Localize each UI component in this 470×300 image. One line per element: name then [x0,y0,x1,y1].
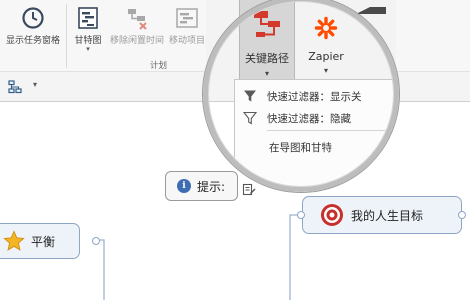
move-project-icon [176,8,198,28]
remove-idle-time-label: 移除闲置时间 [109,36,164,46]
topic-balance[interactable]: 平衡 [0,223,80,259]
show-task-pane-label: 显示任务窗格 [5,36,60,46]
gantt-icon [78,7,98,29]
move-project-label: 移动项目 [168,36,205,46]
collapse-knob-left[interactable] [297,211,305,219]
gantt-button[interactable]: 甘特图 ▾ [70,0,106,56]
star-icon [3,230,25,251]
clock-icon [22,7,44,29]
collapse-knob-balance[interactable] [92,237,100,245]
remove-time-icon [128,9,147,30]
hint-label: 提示: [197,179,226,194]
goal-label: 我的人生目标 [351,208,424,223]
target-icon [321,204,343,226]
topic-tree-icon[interactable] [8,80,22,94]
balance-label: 平衡 [31,234,56,249]
gantt-dropdown-caret[interactable]: ▾ [70,45,106,53]
central-topic-goal[interactable]: 我的人生目标 [302,196,462,234]
show-task-pane-button[interactable]: 显示任务窗格 [4,0,62,56]
magnifier-ring [203,0,399,192]
info-icon: i [177,179,191,193]
remove-idle-time-button[interactable]: 移除闲置时间 [108,0,166,56]
ribbon-separator [66,4,67,68]
ribbon-group-plan: 计划 [150,61,168,71]
collapse-knob-right[interactable] [458,211,466,219]
hint-topic[interactable]: i 提示: [165,171,238,201]
quick-access-caret[interactable]: ▾ [33,80,37,89]
move-project-button[interactable]: 移动项目 [166,0,208,56]
